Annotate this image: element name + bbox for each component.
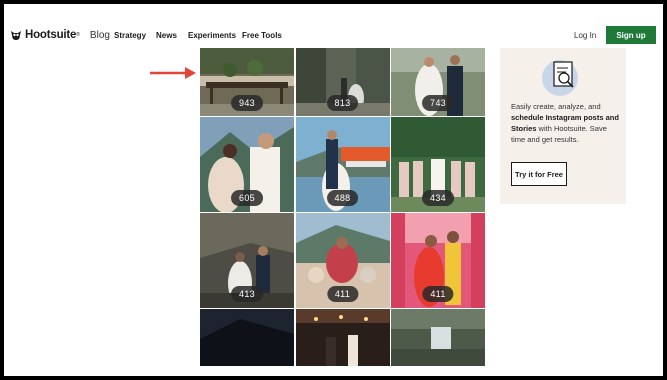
like-count: 813 xyxy=(326,95,359,111)
grid-post[interactable]: 411 xyxy=(295,213,390,308)
grid-post[interactable]: 488 xyxy=(295,117,390,212)
night-sky-photo xyxy=(200,309,294,366)
like-count: 743 xyxy=(422,95,454,111)
signup-button[interactable]: Sign up xyxy=(606,26,656,44)
nav-link-experiments[interactable]: Experiments xyxy=(188,31,236,40)
owl-logo-icon xyxy=(11,31,21,40)
like-count: 488 xyxy=(326,190,359,206)
brand-mark: ® xyxy=(76,32,80,38)
top-nav: Hootsuite ® Blog Strategy News Experimen… xyxy=(4,22,663,48)
reception-hall-photo xyxy=(295,309,390,366)
waterfall-photo xyxy=(391,309,485,366)
grid-post[interactable]: 743 xyxy=(391,48,485,116)
like-count: 413 xyxy=(231,286,263,302)
like-count: 411 xyxy=(326,286,359,302)
grid-post[interactable] xyxy=(295,309,390,366)
grid-post[interactable]: 411 xyxy=(391,213,485,308)
like-count: 434 xyxy=(422,190,454,206)
grid-post[interactable]: 813 xyxy=(295,48,390,116)
promo-text-a: Easily create, analyze, and xyxy=(511,102,601,111)
grid-post[interactable]: 605 xyxy=(200,117,294,212)
page-frame: Hootsuite ® Blog Strategy News Experimen… xyxy=(4,4,663,376)
nav-link-news[interactable]: News xyxy=(156,31,177,40)
grid-post[interactable]: 434 xyxy=(391,117,485,212)
nav-link-free-tools[interactable]: Free Tools xyxy=(242,31,282,40)
promo-card: Easily create, analyze, and schedule Ins… xyxy=(500,48,626,204)
brand-name: Hootsuite xyxy=(25,29,77,41)
document-search-icon xyxy=(542,60,578,96)
grid-post[interactable]: 413 xyxy=(200,213,294,308)
instagram-grid: 943 813 743 605 488 434 413 411 411 xyxy=(200,48,485,366)
grid-post[interactable] xyxy=(391,309,485,366)
promo-description: Easily create, analyze, and schedule Ins… xyxy=(511,101,619,145)
like-count: 605 xyxy=(231,190,263,206)
red-arrow-icon xyxy=(150,67,196,79)
nav-link-strategy[interactable]: Strategy xyxy=(114,31,146,40)
like-count: 411 xyxy=(422,286,454,302)
try-free-button[interactable]: Try it for Free xyxy=(511,162,567,186)
brand-logo[interactable]: Hootsuite ® Blog xyxy=(10,26,110,44)
grid-post[interactable]: 943 xyxy=(200,48,294,116)
grid-post[interactable] xyxy=(200,309,294,366)
like-count: 943 xyxy=(231,95,263,111)
section-label[interactable]: Blog xyxy=(90,30,110,41)
login-link[interactable]: Log In xyxy=(574,31,596,40)
